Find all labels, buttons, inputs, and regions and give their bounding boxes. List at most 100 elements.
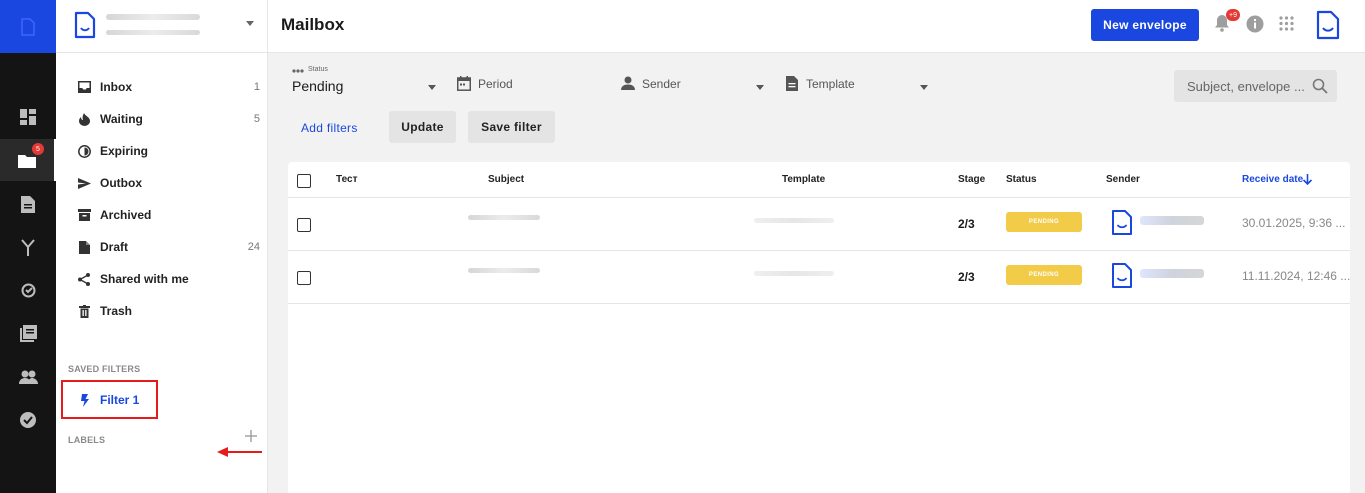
rail-sync[interactable] bbox=[0, 269, 56, 311]
rail-logo[interactable] bbox=[0, 0, 56, 53]
sidebar-item-expiring[interactable]: Expiring bbox=[56, 135, 268, 167]
sidebar-item-label: Inbox bbox=[100, 80, 132, 94]
sync-icon bbox=[21, 283, 35, 297]
template-icon bbox=[786, 76, 798, 91]
status-badge: PENDING bbox=[1006, 212, 1082, 232]
sidebar-item-outbox[interactable]: Outbox bbox=[56, 167, 268, 199]
arrow-down-icon bbox=[1303, 174, 1312, 185]
draft-icon bbox=[77, 240, 91, 254]
column-header-receive-date[interactable]: Receive date bbox=[1242, 174, 1303, 185]
sender-name-blurred bbox=[1140, 269, 1204, 278]
column-header-status[interactable]: Status bbox=[1006, 174, 1037, 185]
share-icon bbox=[77, 272, 91, 286]
sidebar-item-count: 24 bbox=[247, 241, 260, 253]
lightning-icon bbox=[81, 394, 89, 407]
receive-date: 30.01.2025, 9:36 ... bbox=[1242, 216, 1346, 230]
rail-routes[interactable] bbox=[0, 226, 56, 268]
apps-grid-icon[interactable] bbox=[1279, 16, 1294, 31]
status-badge: PENDING bbox=[1006, 265, 1082, 285]
mailbox-badge: 5 bbox=[32, 143, 44, 155]
new-envelope-button[interactable]: New envelope bbox=[1091, 9, 1199, 41]
calendar-icon bbox=[457, 76, 471, 91]
dots-icon bbox=[292, 69, 304, 73]
organization-name-blurred bbox=[106, 14, 200, 20]
sidebar-item-count: 5 bbox=[253, 113, 260, 125]
rail-mailbox[interactable]: 5 bbox=[0, 139, 56, 181]
rail-contacts[interactable] bbox=[0, 356, 56, 398]
sidebar-item-archived[interactable]: Archived bbox=[56, 199, 268, 231]
sidebar-item-shared-with-me[interactable]: Shared with me bbox=[56, 263, 268, 295]
document-icon bbox=[21, 195, 35, 213]
search-icon bbox=[1312, 78, 1328, 94]
library-icon bbox=[19, 324, 37, 342]
sidebar-item-label: Archived bbox=[100, 208, 152, 222]
column-header-stage[interactable]: Stage bbox=[958, 174, 985, 185]
table-row[interactable]: 2/3 PENDING 30.01.2025, 9:36 ... bbox=[288, 198, 1350, 251]
sidebar-item-inbox[interactable]: Inbox 1 bbox=[56, 71, 268, 103]
notification-badge: +9 bbox=[1226, 9, 1240, 21]
doc-logo-icon bbox=[21, 17, 35, 36]
organization-switcher[interactable] bbox=[56, 0, 268, 53]
sender-logo-icon bbox=[1112, 210, 1132, 235]
sidebar-item-waiting[interactable]: Waiting 5 bbox=[56, 103, 268, 135]
rail-library[interactable] bbox=[0, 312, 56, 354]
subject-blurred bbox=[468, 268, 540, 273]
table-header: Тест Subject Template Stage Status Sende… bbox=[288, 162, 1350, 198]
labels-heading: LABELS bbox=[68, 435, 106, 445]
row-checkbox[interactable] bbox=[297, 218, 311, 232]
sidebar-item-label: Draft bbox=[100, 240, 129, 254]
stage-value: 2/3 bbox=[958, 217, 975, 231]
organization-email-blurred bbox=[106, 30, 200, 35]
saved-filter-item[interactable]: Filter 1 bbox=[61, 380, 158, 419]
add-label-icon[interactable] bbox=[245, 430, 257, 442]
annotation-arrow-icon bbox=[217, 447, 262, 457]
filter-bar: Status Pending Period Sender Template Su… bbox=[268, 53, 1365, 153]
column-header-test[interactable]: Тест bbox=[336, 174, 358, 185]
sidebar-item-label: Waiting bbox=[100, 112, 143, 126]
update-button[interactable]: Update bbox=[389, 111, 456, 143]
sender-name-blurred bbox=[1140, 216, 1204, 225]
column-header-sender[interactable]: Sender bbox=[1106, 174, 1140, 185]
user-avatar-logo-icon[interactable] bbox=[1316, 10, 1340, 40]
page-title: Mailbox bbox=[281, 15, 345, 34]
select-all-checkbox[interactable] bbox=[297, 174, 311, 188]
chevron-down-icon bbox=[756, 85, 764, 90]
sidebar-item-label: Outbox bbox=[100, 176, 142, 190]
mailbox-sidebar: Inbox 1 Waiting 5 Expiring Outbox Archiv… bbox=[56, 53, 268, 493]
chevron-down-icon bbox=[920, 85, 928, 90]
rail-documents[interactable] bbox=[0, 183, 56, 225]
organization-logo-icon bbox=[74, 11, 96, 39]
rail-verified[interactable] bbox=[0, 399, 56, 441]
verified-badge-icon bbox=[20, 412, 36, 428]
sidebar-item-trash[interactable]: Trash bbox=[56, 295, 268, 327]
chevron-down-icon bbox=[246, 21, 254, 26]
receive-date: 11.11.2024, 12:46 ... bbox=[1242, 269, 1351, 283]
save-filter-button[interactable]: Save filter bbox=[468, 111, 555, 143]
rail-dashboard[interactable] bbox=[0, 96, 56, 138]
saved-filters-heading: SAVED FILTERS bbox=[68, 364, 141, 374]
inbox-icon bbox=[77, 80, 91, 94]
chevron-down-icon bbox=[428, 85, 436, 90]
row-checkbox[interactable] bbox=[297, 271, 311, 285]
table-row[interactable]: 2/3 PENDING 11.11.2024, 12:46 ... bbox=[288, 251, 1350, 304]
sidebar-item-count: 1 bbox=[253, 81, 260, 93]
column-header-subject[interactable]: Subject bbox=[488, 174, 524, 185]
column-header-template[interactable]: Template bbox=[782, 174, 825, 185]
sender-logo-icon bbox=[1112, 263, 1132, 288]
people-icon bbox=[18, 370, 38, 384]
envelopes-table: Тест Subject Template Stage Status Sende… bbox=[288, 162, 1350, 493]
info-icon[interactable] bbox=[1246, 15, 1264, 33]
sidebar-item-label: Trash bbox=[100, 304, 133, 318]
add-filters-link[interactable]: Add filters bbox=[301, 121, 358, 135]
template-blurred bbox=[754, 218, 834, 223]
send-icon bbox=[77, 176, 91, 190]
sender-label: Sender bbox=[642, 77, 681, 91]
app-rail: 5 bbox=[0, 0, 56, 493]
search-input[interactable]: Subject, envelope ... bbox=[1174, 70, 1337, 102]
clock-half-icon bbox=[77, 144, 91, 158]
dashboard-icon bbox=[20, 109, 36, 125]
status-caption: Status bbox=[308, 66, 328, 73]
folder-icon bbox=[18, 154, 36, 168]
sidebar-item-draft[interactable]: Draft 24 bbox=[56, 231, 268, 263]
subject-blurred bbox=[468, 215, 540, 220]
